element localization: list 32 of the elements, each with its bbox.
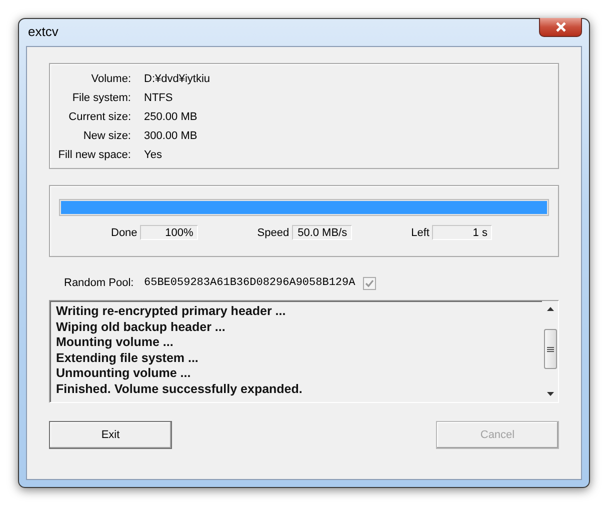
close-icon [554,22,566,32]
stat-label: Done [111,226,138,238]
field-value: D:¥dvd¥iytkiu [144,72,212,86]
dialog-button[interactable]: Exit [49,421,172,449]
field-value: 300.00 MB [144,129,198,143]
field-label: File system: [71,91,131,105]
field-value: Yes [144,148,163,162]
random-pool-value: 65BE059283A61B36D08296A9058B129A [144,277,356,289]
random-pool-label: Random Pool: [64,277,135,289]
down-arrow-icon [546,392,554,396]
field-label: Fill new space: [57,148,131,162]
field-label: Volume: [90,72,131,86]
window-title: extcv [27,24,58,39]
log-line: Extending file system ... [56,350,200,366]
stat-value-field: 50.0 MB/s [292,225,352,240]
log-line: Unmounting volume ... [56,366,192,382]
log-line: Writing re-encrypted primary header ... [56,304,287,320]
scrollbar-thumb[interactable] [544,329,556,369]
log-line: Mounting volume ... [56,335,174,351]
close-button[interactable] [539,18,582,37]
field-label: Current size: [68,110,131,124]
log-line: Finished. Volume successfully expanded. [56,382,304,398]
stat-value-field: 1 s [432,225,492,240]
log-line: Wiping old backup header ... [56,320,226,336]
field-label: New size: [82,129,131,143]
up-arrow-icon [546,307,554,311]
stat-label: Speed [257,226,290,238]
grip-icon [546,346,554,352]
field-value: 250.00 MB [144,110,198,124]
field-value: NTFS [144,91,174,105]
stat-value-field: 100% [140,225,198,240]
stat-label: Left [411,226,430,238]
